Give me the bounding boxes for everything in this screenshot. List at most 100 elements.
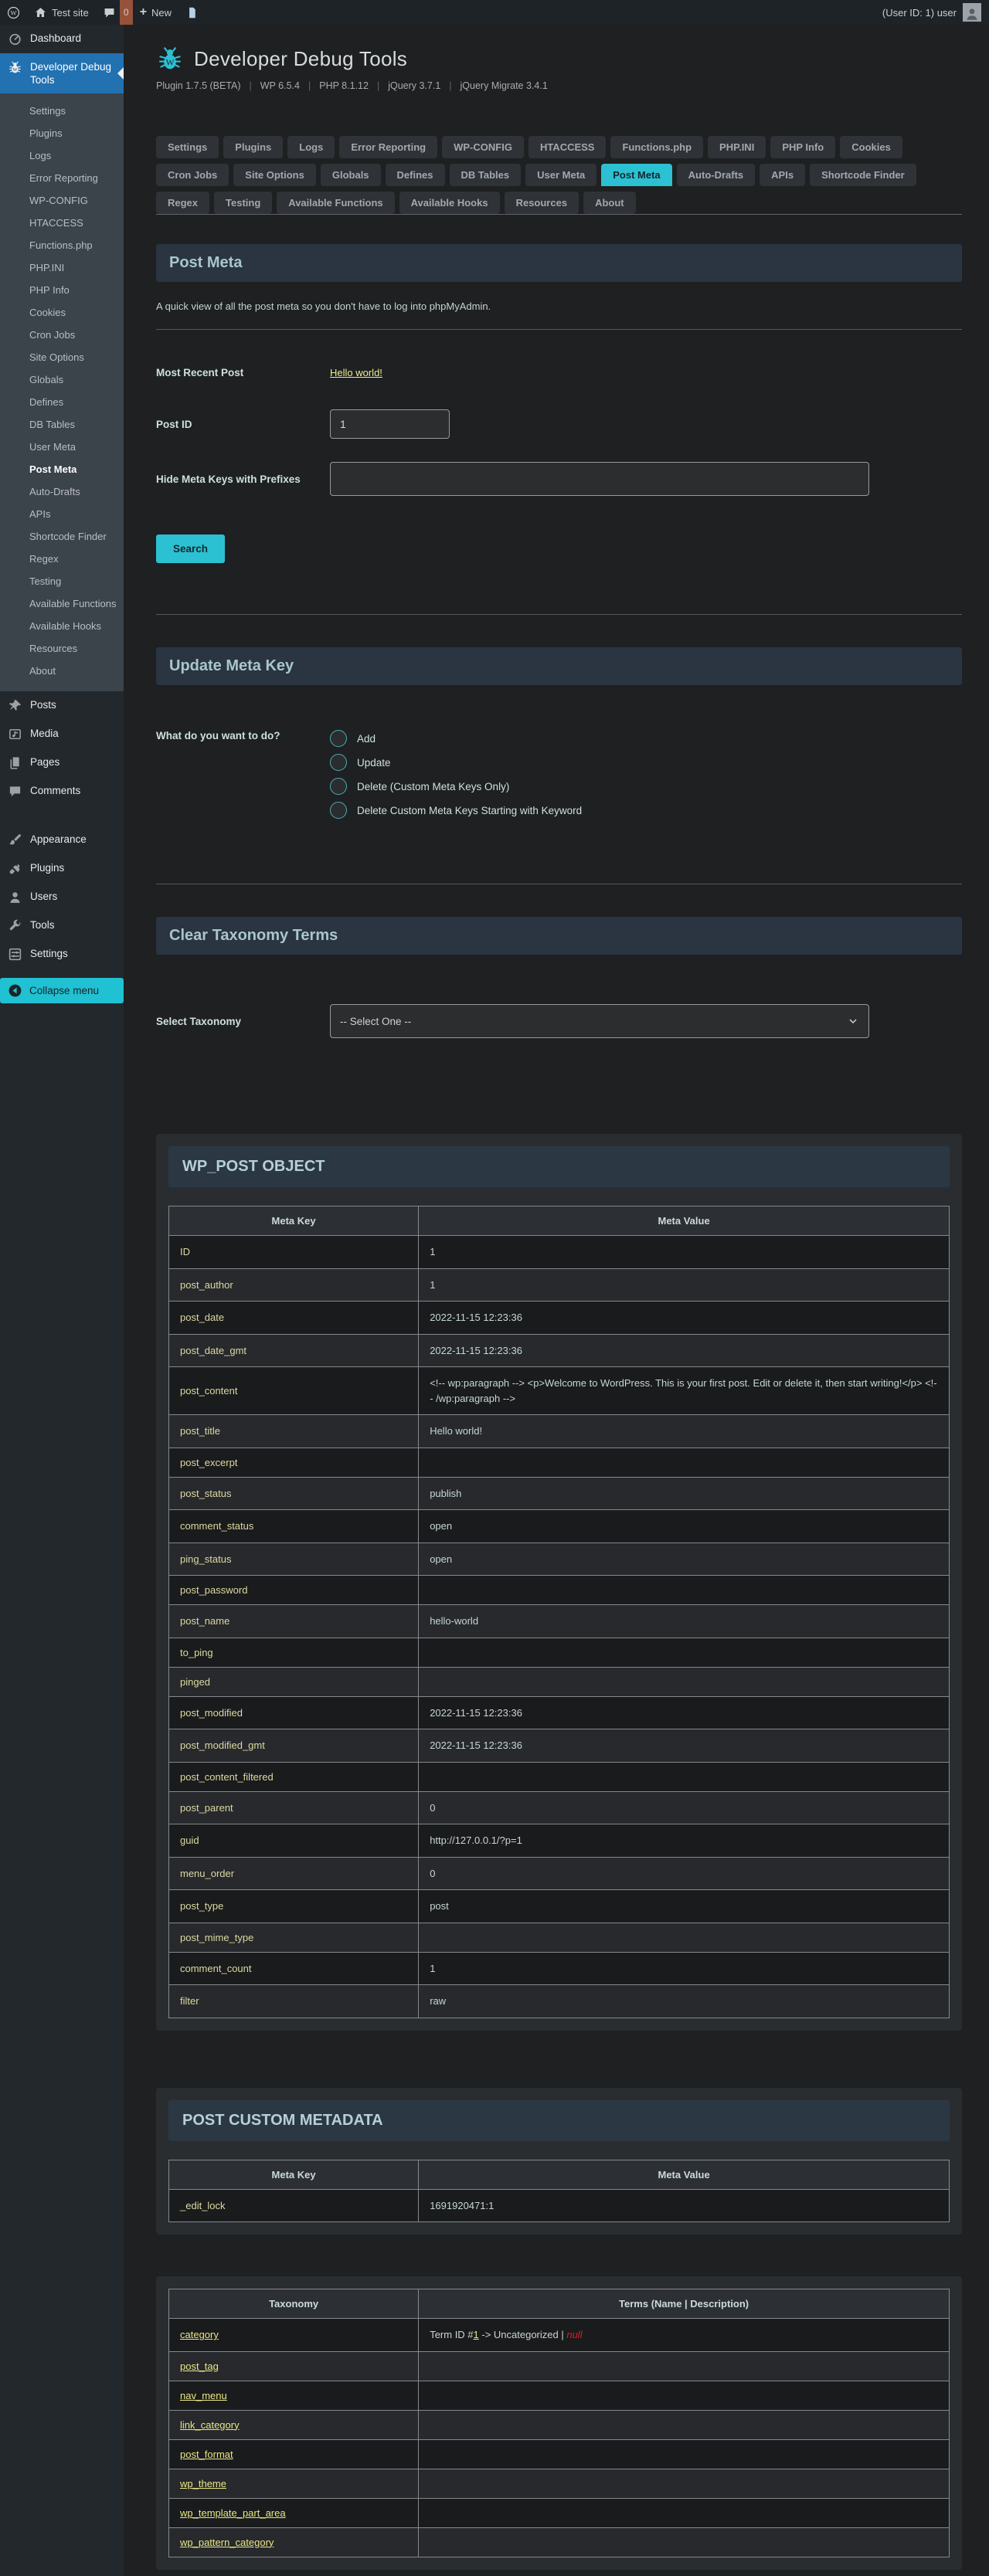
submenu-item-post-meta[interactable]: Post Meta: [0, 458, 124, 480]
tab-available-functions[interactable]: Available Functions: [277, 192, 395, 214]
comments-count-badge[interactable]: 0: [119, 0, 133, 25]
taxonomy-link-category[interactable]: category: [180, 2329, 219, 2340]
search-button[interactable]: Search: [156, 535, 226, 563]
meta-key-cell: post_author: [168, 1268, 420, 1302]
sidebar-item-label: Comments: [30, 785, 81, 796]
submenu-item-user-meta[interactable]: User Meta: [0, 436, 124, 458]
tab-site-options[interactable]: Site Options: [233, 164, 316, 186]
tab-defines[interactable]: Defines: [385, 164, 445, 186]
submenu-item-wp-config[interactable]: WP-CONFIG: [0, 189, 124, 212]
meta-key-cell: menu_order: [168, 1856, 420, 1890]
taxonomy-link-post-tag[interactable]: post_tag: [180, 2360, 219, 2372]
tab-cookies[interactable]: Cookies: [840, 136, 902, 158]
radio-button[interactable]: [330, 802, 347, 819]
submenu-item-error-reporting[interactable]: Error Reporting: [0, 167, 124, 189]
submenu-item-apis[interactable]: APIs: [0, 503, 124, 525]
tab-cron-jobs[interactable]: Cron Jobs: [156, 164, 229, 186]
tab-php-ini[interactable]: PHP.INI: [708, 136, 766, 158]
submenu-item-php-info[interactable]: PHP Info: [0, 279, 124, 301]
tab-functions-php[interactable]: Functions.php: [610, 136, 704, 158]
new-content-button[interactable]: + New: [133, 0, 178, 25]
tab-htaccess[interactable]: HTACCESS: [528, 136, 607, 158]
site-name-link[interactable]: Test site: [27, 0, 96, 25]
tab-logs[interactable]: Logs: [287, 136, 335, 158]
submenu-item-logs[interactable]: Logs: [0, 144, 124, 167]
submenu-item-php-ini[interactable]: PHP.INI: [0, 256, 124, 279]
post-id-input[interactable]: [330, 409, 450, 439]
most-recent-post-link[interactable]: Hello world!: [330, 367, 382, 378]
meta-value-cell: [418, 1637, 950, 1668]
taxonomy-link-wp-template-part-area[interactable]: wp_template_part_area: [180, 2507, 286, 2519]
submenu-item-available-hooks[interactable]: Available Hooks: [0, 615, 124, 637]
submenu-item-globals[interactable]: Globals: [0, 368, 124, 391]
tab-resources[interactable]: Resources: [504, 192, 579, 214]
sidebar-item-posts[interactable]: Posts: [0, 691, 124, 720]
tab-error-reporting[interactable]: Error Reporting: [339, 136, 438, 158]
taxonomy-link-link-category[interactable]: link_category: [180, 2419, 240, 2431]
hide-prefixes-input[interactable]: [330, 462, 869, 496]
submenu-item-resources[interactable]: Resources: [0, 637, 124, 660]
term-id-link[interactable]: 1: [474, 2329, 479, 2340]
submenu-item-about[interactable]: About: [0, 660, 124, 682]
tab-plugins[interactable]: Plugins: [223, 136, 284, 158]
taxonomy-select[interactable]: -- Select One --: [330, 1004, 869, 1038]
taxonomy-link-post-format[interactable]: post_format: [180, 2449, 233, 2460]
tab-shortcode-finder[interactable]: Shortcode Finder: [810, 164, 916, 186]
sidebar-item-settings[interactable]: Settings: [0, 940, 124, 969]
tab-php-info[interactable]: PHP Info: [770, 136, 836, 158]
taxonomy-link-wp-theme[interactable]: wp_theme: [180, 2478, 226, 2489]
radio-button[interactable]: [330, 778, 347, 795]
sidebar-item-media[interactable]: Media: [0, 720, 124, 748]
radio-button[interactable]: [330, 754, 347, 771]
sidebar-item-label: Plugins: [30, 862, 65, 874]
tab-user-meta[interactable]: User Meta: [525, 164, 597, 186]
wordpress-logo-icon[interactable]: W: [0, 0, 27, 25]
submenu-item-testing[interactable]: Testing: [0, 570, 124, 592]
tab-apis[interactable]: APIs: [760, 164, 806, 186]
debug-document-icon[interactable]: [178, 0, 206, 25]
sidebar-item-appearance[interactable]: Appearance: [0, 826, 124, 854]
submenu-item-auto-drafts[interactable]: Auto-Drafts: [0, 480, 124, 503]
tab-post-meta[interactable]: Post Meta: [601, 164, 672, 186]
submenu-item-functions-php[interactable]: Functions.php: [0, 234, 124, 256]
comments-bubble-icon[interactable]: [96, 0, 120, 25]
tab-settings[interactable]: Settings: [156, 136, 219, 158]
submenu-item-db-tables[interactable]: DB Tables: [0, 413, 124, 436]
tab-db-tables[interactable]: DB Tables: [449, 164, 522, 186]
tab-testing[interactable]: Testing: [214, 192, 273, 214]
tab-about[interactable]: About: [583, 192, 636, 214]
submenu-item-cookies[interactable]: Cookies: [0, 301, 124, 324]
submenu-item-plugins[interactable]: Plugins: [0, 122, 124, 144]
tab-regex[interactable]: Regex: [156, 192, 210, 214]
submenu-item-site-options[interactable]: Site Options: [0, 346, 124, 368]
sidebar-item-comments[interactable]: Comments: [0, 777, 124, 806]
sidebar-item-tools[interactable]: Tools: [0, 911, 124, 940]
account-menu-text[interactable]: (User ID: 1) user: [882, 7, 957, 19]
submenu-item-settings[interactable]: Settings: [0, 100, 124, 122]
collapse-icon: [8, 983, 22, 998]
tab-wp-config[interactable]: WP-CONFIG: [442, 136, 524, 158]
submenu-item-available-functions[interactable]: Available Functions: [0, 592, 124, 615]
avatar[interactable]: [963, 3, 981, 22]
taxonomy-link-nav-menu[interactable]: nav_menu: [180, 2390, 227, 2401]
radio-option-update: Update: [330, 754, 582, 771]
collapse-menu-button[interactable]: Collapse menu: [0, 978, 124, 1003]
tab-globals[interactable]: Globals: [320, 164, 381, 186]
radio-button[interactable]: [330, 730, 347, 747]
sidebar-item-developer-debug-tools[interactable]: W Developer Debug Tools: [0, 53, 124, 93]
svg-text:W: W: [13, 68, 18, 73]
tab-auto-drafts[interactable]: Auto-Drafts: [676, 164, 756, 186]
meta-value-cell: http://127.0.0.1/?p=1: [418, 1824, 950, 1858]
sidebar-item-pages[interactable]: Pages: [0, 748, 124, 777]
sidebar-item-dashboard[interactable]: Dashboard: [0, 25, 124, 53]
sidebar-item-plugins[interactable]: Plugins: [0, 854, 124, 883]
submenu-item-regex[interactable]: Regex: [0, 548, 124, 570]
submenu-item-htaccess[interactable]: HTACCESS: [0, 212, 124, 234]
tab-available-hooks[interactable]: Available Hooks: [399, 192, 500, 214]
table-row: to_ping: [168, 1637, 950, 1668]
taxonomy-link-wp-pattern-category[interactable]: wp_pattern_category: [180, 2537, 274, 2548]
submenu-item-shortcode-finder[interactable]: Shortcode Finder: [0, 525, 124, 548]
submenu-item-defines[interactable]: Defines: [0, 391, 124, 413]
submenu-item-cron-jobs[interactable]: Cron Jobs: [0, 324, 124, 346]
sidebar-item-users[interactable]: Users: [0, 883, 124, 911]
